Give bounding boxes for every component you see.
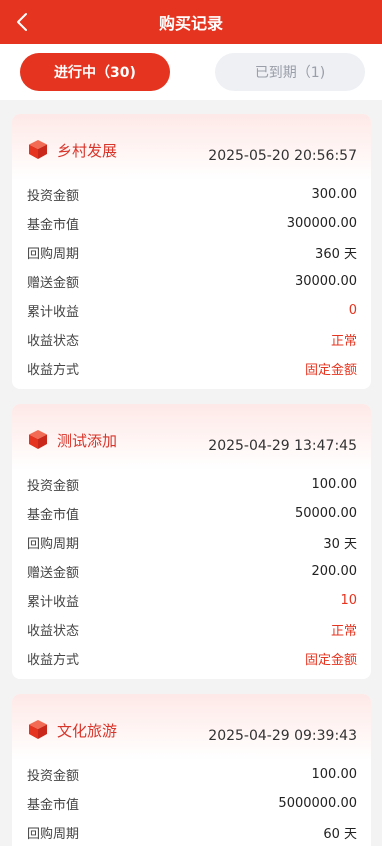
- cycle-value: 360 天: [315, 247, 357, 262]
- record-name: 测试添加: [57, 432, 118, 450]
- row-cycle: 回购周期 60 天: [27, 818, 357, 846]
- fund-value-value: 5000000.00: [278, 796, 357, 811]
- cube-icon: [29, 140, 47, 159]
- row-earnings: 累计收益 0: [27, 296, 357, 325]
- cube-icon: [29, 720, 47, 739]
- cycle-value: 30 天: [323, 537, 357, 552]
- fund-value-value: 50000.00: [294, 506, 357, 521]
- record-card[interactable]: 乡村发展 2025-05-20 20:56:57 投资金额 300.00 基金市…: [12, 114, 371, 389]
- invest-value: 300.00: [311, 187, 358, 202]
- cycle-label: 回购周期: [27, 247, 80, 262]
- fund-value-label: 基金市值: [27, 798, 80, 813]
- record-card[interactable]: 文化旅游 2025-04-29 09:39:43 投资金额 100.00 基金市…: [12, 694, 371, 846]
- fund-value-label: 基金市值: [27, 218, 80, 233]
- invest-label: 投资金额: [27, 189, 80, 204]
- record-card[interactable]: 测试添加 2025-04-29 13:47:45 投资金额 100.00 基金市…: [12, 404, 371, 679]
- cycle-label: 回购周期: [27, 537, 80, 552]
- row-invest: 投资金额 100.00: [27, 470, 357, 499]
- row-invest: 投资金额 100.00: [27, 760, 357, 789]
- invest-label: 投资金额: [27, 479, 80, 494]
- row-status: 收益状态 正常: [27, 615, 357, 644]
- row-bonus: 赠送金额 200.00: [27, 557, 357, 586]
- row-bonus: 赠送金额 30000.00: [27, 267, 357, 296]
- record-time: 2025-05-20 20:56:57: [208, 148, 357, 164]
- tab-expired[interactable]: 已到期（1): [215, 53, 365, 91]
- record-list: 乡村发展 2025-05-20 20:56:57 投资金额 300.00 基金市…: [0, 100, 382, 846]
- row-cycle: 回购周期 30 天: [27, 528, 357, 557]
- cube-icon: [29, 430, 47, 449]
- earnings-value: 10: [340, 593, 357, 608]
- earnings-label: 累计收益: [27, 595, 80, 610]
- tab-in-progress[interactable]: 进行中（30): [20, 53, 170, 91]
- record-header: 文化旅游 2025-04-29 09:39:43: [12, 694, 371, 760]
- earnings-value: 0: [348, 303, 357, 318]
- record-name: 文化旅游: [57, 722, 118, 740]
- row-fund-value: 基金市值 50000.00: [27, 499, 357, 528]
- bonus-value: 30000.00: [294, 274, 357, 289]
- method-value: 固定金额: [304, 363, 357, 378]
- status-tabs: 进行中（30) 已到期（1): [0, 44, 382, 100]
- status-value: 正常: [330, 624, 357, 639]
- invest-label: 投资金额: [27, 769, 80, 784]
- invest-value: 100.00: [311, 767, 358, 782]
- record-time: 2025-04-29 09:39:43: [208, 728, 357, 744]
- record-time: 2025-04-29 13:47:45: [208, 438, 357, 454]
- record-header: 测试添加 2025-04-29 13:47:45: [12, 404, 371, 470]
- cycle-label: 回购周期: [27, 827, 80, 842]
- method-label: 收益方式: [27, 653, 80, 668]
- status-label: 收益状态: [27, 624, 80, 639]
- fund-value-value: 300000.00: [286, 216, 357, 231]
- cycle-value: 60 天: [323, 827, 357, 842]
- method-value: 固定金额: [304, 653, 357, 668]
- status-value: 正常: [330, 334, 357, 349]
- row-earnings: 累计收益 10: [27, 586, 357, 615]
- method-label: 收益方式: [27, 363, 80, 378]
- bonus-label: 赠送金额: [27, 566, 80, 581]
- record-name: 乡村发展: [57, 142, 118, 160]
- top-bar: 购买记录: [0, 0, 382, 44]
- row-method: 收益方式 固定金额: [27, 354, 357, 383]
- row-fund-value: 基金市值 5000000.00: [27, 789, 357, 818]
- row-invest: 投资金额 300.00: [27, 180, 357, 209]
- back-icon[interactable]: [8, 8, 36, 36]
- fund-value-label: 基金市值: [27, 508, 80, 523]
- row-cycle: 回购周期 360 天: [27, 238, 357, 267]
- record-header: 乡村发展 2025-05-20 20:56:57: [12, 114, 371, 180]
- bonus-value: 200.00: [311, 564, 358, 579]
- row-method: 收益方式 固定金额: [27, 644, 357, 673]
- earnings-label: 累计收益: [27, 305, 80, 320]
- invest-value: 100.00: [311, 477, 358, 492]
- page-title: 购买记录: [158, 14, 223, 33]
- row-status: 收益状态 正常: [27, 325, 357, 354]
- row-fund-value: 基金市值 300000.00: [27, 209, 357, 238]
- bonus-label: 赠送金额: [27, 276, 80, 291]
- status-label: 收益状态: [27, 334, 80, 349]
